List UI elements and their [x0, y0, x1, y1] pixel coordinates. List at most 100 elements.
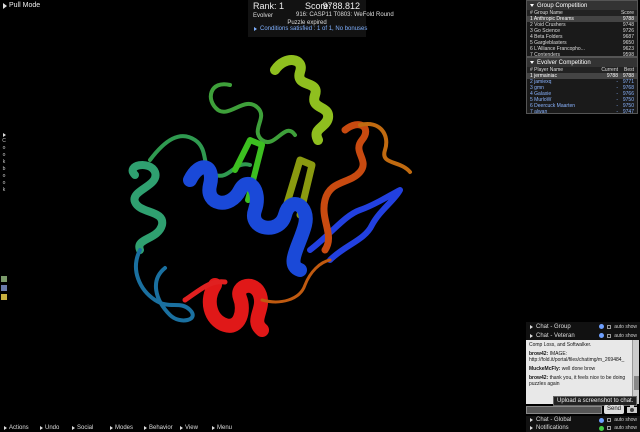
group-competition-header[interactable]: Group Competition	[527, 1, 637, 10]
expand-arrow-icon	[530, 324, 533, 329]
cell-name: 7 alwan	[530, 109, 548, 115]
menu-label: Modes	[115, 425, 134, 431]
cookbook-letter: C	[2, 138, 6, 144]
status-dot-icon	[599, 417, 605, 423]
cookbook-letter: b	[2, 166, 6, 172]
expand-arrow-icon	[530, 418, 533, 422]
cookbook-tab[interactable]: C o o k b o o k	[0, 133, 8, 193]
pull-mode-label: Pull Mode	[9, 2, 41, 9]
cell-current: -	[616, 109, 618, 115]
notifications-label: Notifications	[536, 425, 569, 431]
coil-green-upper[interactable]	[208, 82, 297, 144]
camera-icon[interactable]	[626, 404, 638, 414]
menu-label: Menu	[217, 425, 233, 431]
expand-arrow-icon	[2, 133, 6, 137]
expand-arrow-icon	[3, 2, 7, 9]
screenshot-tooltip: Upload a screenshot to chat.	[553, 396, 638, 406]
send-button[interactable]: Send	[604, 405, 624, 414]
cookbook-letter: o	[2, 152, 6, 158]
expand-arrow-icon	[212, 426, 215, 430]
rank-label: Rank: 1	[253, 1, 285, 11]
auto-show-label: auto show	[614, 332, 637, 339]
expand-arrow-icon	[530, 426, 533, 430]
menu-behavior[interactable]: Behavior	[140, 424, 176, 432]
menu-actions[interactable]: Actions	[0, 424, 36, 432]
bottom-menu-bar: Actions Undo Social Modes Behavior View …	[0, 424, 240, 432]
expand-arrow-icon	[4, 426, 7, 430]
helix-red[interactable]	[202, 278, 269, 337]
menu-label: Undo	[45, 425, 60, 431]
collapse-arrow-icon	[530, 61, 534, 64]
auto-show-label: auto show	[614, 425, 637, 431]
menu-modes[interactable]: Modes	[106, 424, 140, 432]
chat-tabs: Chat - Group auto show Chat - Veteran au…	[526, 322, 640, 340]
script-icon[interactable]	[1, 285, 7, 291]
auto-show-checkbox[interactable]	[607, 426, 612, 430]
cookbook-letter: k	[2, 187, 6, 193]
chat-message: brow42: IMAGE: http://fold.it/portal/fil…	[529, 351, 625, 363]
expand-arrow-icon	[72, 426, 75, 430]
menu-social[interactable]: Social	[68, 424, 106, 432]
expand-arrow-icon	[40, 426, 43, 430]
auto-show-label: auto show	[614, 323, 637, 330]
chat-veteran-label: Chat - Veteran	[536, 332, 575, 339]
chat-input[interactable]	[526, 406, 602, 414]
score-value: 9788.812	[322, 1, 360, 11]
scroll-thumb[interactable]	[634, 376, 639, 390]
status-dot-icon	[599, 333, 605, 338]
helix-orange[interactable]	[320, 121, 370, 254]
chat-message: brow42: thank you, it feels nice to be d…	[529, 375, 626, 387]
group-competition-title: Group Competition	[537, 2, 588, 9]
note-icon[interactable]	[1, 294, 7, 300]
chat-global-tab[interactable]: Chat - Global auto show	[526, 416, 640, 424]
chat-scrollbar[interactable]	[632, 340, 639, 404]
conditions-text: Conditions satisfied : 1 of 1, No bonuse…	[260, 26, 368, 32]
menu-label: Behavior	[149, 425, 173, 431]
menu-label: View	[185, 425, 198, 431]
auto-show-checkbox[interactable]	[607, 333, 612, 338]
menu-view[interactable]: View	[176, 424, 208, 432]
auto-show-checkbox[interactable]	[607, 324, 612, 329]
group-competition-panel: Group Competition # Group Name Score 1 A…	[526, 0, 638, 58]
status-dot-icon	[599, 324, 605, 329]
menu-menu[interactable]: Menu	[208, 424, 240, 432]
helix-teal-left[interactable]	[128, 161, 167, 254]
auto-show-label: auto show	[614, 417, 637, 423]
collapse-arrow-icon	[530, 4, 534, 7]
cookbook-letter: k	[2, 159, 6, 165]
notifications-tab[interactable]: Notifications auto show	[526, 424, 640, 432]
expand-arrow-icon	[110, 426, 113, 430]
recipe-icon[interactable]	[1, 276, 7, 282]
table-row[interactable]: 7 alwan -9747	[527, 109, 637, 115]
expand-arrow-icon	[530, 333, 533, 338]
chat-veteran-tab[interactable]: Chat - Veteran auto show	[526, 331, 640, 340]
conditions-toggle[interactable]: Conditions satisfied : 1 of 1, No bonuse…	[254, 26, 367, 32]
status-dot-icon	[599, 425, 605, 431]
expand-arrow-icon	[254, 27, 257, 31]
chat-message: Comp Loss, and Softwalker.	[529, 342, 592, 348]
auto-show-checkbox[interactable]	[607, 418, 612, 422]
chat-group-tab[interactable]: Chat - Group auto show	[526, 322, 640, 331]
puzzle-title: 916: CASP11 T0803: WeFold Round	[296, 12, 394, 18]
player-mode: Evolver	[253, 13, 274, 19]
chat-message: MuckeMcFly: well done brow	[529, 366, 596, 372]
expand-arrow-icon	[180, 426, 183, 430]
pull-mode-toggle[interactable]: Pull Mode	[3, 2, 40, 9]
chat-log[interactable]: Comp Loss, and Softwalker. brow42: IMAGE…	[526, 340, 632, 404]
coil-teal-bottom[interactable]	[134, 248, 195, 323]
expand-arrow-icon	[144, 426, 147, 430]
evolver-competition-header[interactable]: Evolver Competition	[527, 58, 637, 67]
helix-green-top[interactable]	[270, 55, 334, 145]
evolver-competition-panel: Evolver Competition # Player Name Curren…	[526, 57, 638, 115]
side-icon-bar	[1, 276, 7, 300]
helix-blue[interactable]	[183, 160, 313, 277]
menu-undo[interactable]: Undo	[36, 424, 68, 432]
chat-group-label: Chat - Group	[536, 323, 571, 330]
chat-global-label: Chat - Global	[536, 417, 572, 423]
cookbook-letter: o	[2, 145, 6, 151]
cell-best: 9747	[622, 109, 634, 115]
cookbook-letter: o	[2, 173, 6, 179]
menu-label: Social	[77, 425, 94, 431]
cookbook-letter: o	[2, 180, 6, 186]
menu-label: Actions	[9, 425, 29, 431]
